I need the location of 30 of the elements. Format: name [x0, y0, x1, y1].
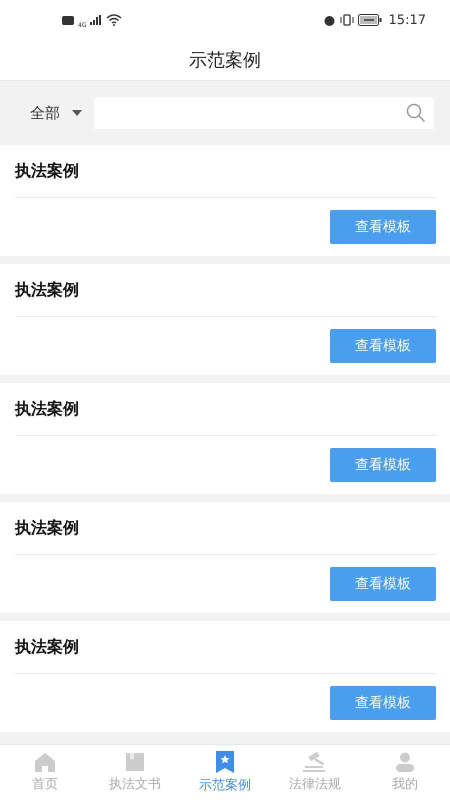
user-icon — [395, 752, 415, 772]
view-template-button[interactable]: 查看模板 — [330, 329, 436, 363]
case-title: 执法案例 — [15, 636, 79, 658]
search-field[interactable] — [94, 97, 434, 129]
view-template-button[interactable]: 查看模板 — [330, 567, 436, 601]
view-template-button[interactable]: 查看模板 — [330, 210, 436, 244]
case-title: 执法案例 — [15, 160, 79, 182]
caret-icon — [72, 110, 82, 116]
nav-tab[interactable]: 法律法规 — [270, 745, 360, 800]
signal-icon — [90, 15, 102, 25]
home-icon — [34, 752, 56, 772]
bookmark-star-icon — [215, 751, 235, 773]
case-title: 执法案例 — [15, 398, 79, 420]
vibrate-icon — [340, 14, 354, 26]
nav-tab[interactable]: 首页 — [0, 745, 90, 800]
battery-icon — [358, 14, 382, 26]
category-dropdown[interactable]: 全部 — [30, 104, 82, 122]
page-title: 示范案例 — [189, 49, 261, 72]
nav-tab[interactable]: 示范案例 — [180, 745, 270, 800]
case-title: 执法案例 — [15, 517, 79, 539]
clock-time: 15:17 — [388, 12, 426, 28]
view-template-button[interactable]: 查看模板 — [330, 686, 436, 720]
nav-tab[interactable]: 我的 — [360, 745, 450, 800]
case-title: 执法案例 — [15, 279, 79, 301]
view-template-button[interactable]: 查看模板 — [330, 448, 436, 482]
wifi-icon — [106, 14, 122, 26]
gavel-icon — [303, 752, 327, 772]
book-icon — [125, 752, 145, 772]
search-icon — [406, 103, 426, 123]
nav-tab[interactable]: 执法文书 — [90, 745, 180, 800]
